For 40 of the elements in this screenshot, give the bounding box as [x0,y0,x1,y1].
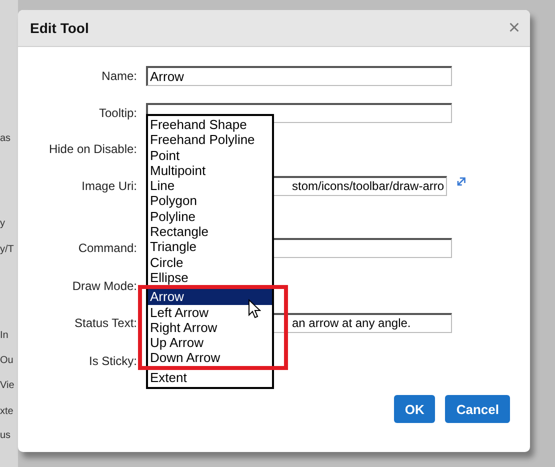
sidebar-item-text: Vie [0,380,14,391]
dropdown-option[interactable]: Multipoint [148,162,272,178]
dropdown-option[interactable]: Rectangle [148,224,272,240]
sidebar-item-text: us [0,430,11,441]
field-label: Hide on Disable: [48,141,137,158]
sidebar-item-text: y/T [0,244,14,255]
sidebar-item-text: Ou [0,355,14,366]
dropdown-option[interactable]: Triangle [148,239,272,255]
sidebar-item-text: as [0,133,11,144]
dropdown-option[interactable]: Up Arrow [138,335,288,350]
dropdown-option[interactable]: Line [148,178,272,194]
field-label: Tooltip: [98,105,137,122]
sidebar-item-text: y [0,218,5,229]
dropdown-option[interactable]: Polygon [148,193,272,209]
link-icon[interactable] [457,177,466,186]
dialog-button[interactable]: OK [394,395,436,423]
dialog-title: Edit Tool [30,20,89,36]
dropdown-option[interactable]: Ellipse [148,270,272,286]
field-label: Is Sticky: [88,353,137,370]
dropdown-option[interactable]: Point [148,148,272,163]
cursor-icon [248,299,261,319]
dropdown-option[interactable]: Polyline [148,208,272,224]
dialog-button[interactable]: Cancel [445,395,510,423]
field-label: Status Text: [74,315,137,332]
dropdown-option[interactable]: Arrow [138,285,288,305]
dropdown-option[interactable]: Freehand Shape [148,117,272,132]
field-label: Name: [100,68,137,85]
dropdown-option[interactable]: Freehand Polyline [148,132,272,148]
field-label: Draw Mode: [71,278,137,295]
sidebar-item-text: xte [0,406,14,417]
dropdown-list[interactable]: Freehand Shape Freehand Polyline Point Multipoint Line Polygon Polyline Rectangle Triangle Circle Ellipse Arrow Left Arrow Right Arrow Up Arrow Down Arrow Extent [136,114,288,390]
input-field[interactable]: Arrow [146,66,452,86]
close-button[interactable]: × [508,18,520,38]
dropdown-option[interactable]: Down Arrow [138,350,288,370]
sidebar-item-text: In [0,330,8,341]
field-label: Command: [77,240,137,257]
dropdown-option[interactable]: Right Arrow [138,320,288,336]
dropdown-option[interactable]: Circle [148,254,272,270]
dropdown-option[interactable]: Extent [148,370,272,386]
field-label: Image Uri: [80,178,137,195]
